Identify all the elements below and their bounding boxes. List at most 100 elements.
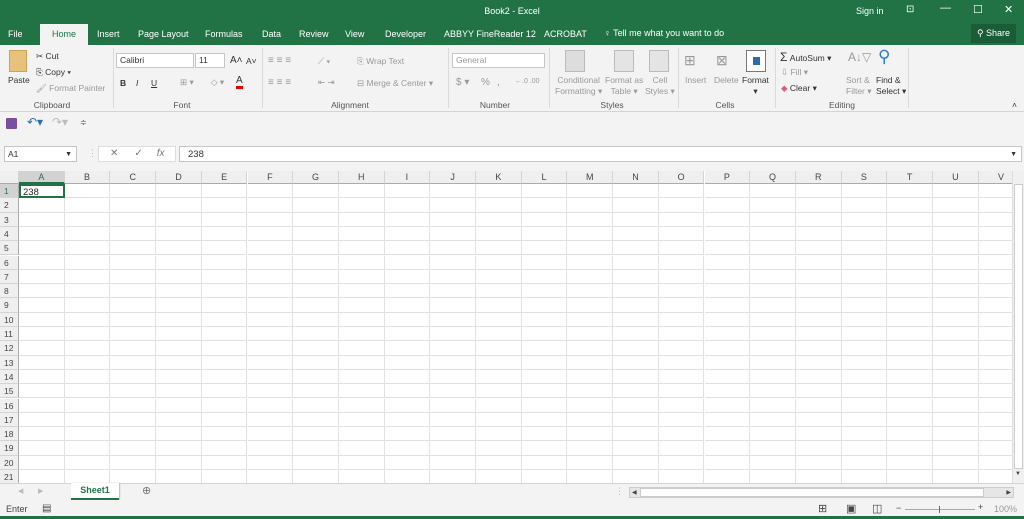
redo-icon[interactable]: ↷▾ [52,115,68,129]
cell-J17[interactable] [430,412,476,428]
cell-U9[interactable] [933,298,979,313]
cell-K3[interactable] [476,212,522,227]
increase-font-icon[interactable]: A˄ [230,55,243,66]
cell-I6[interactable] [384,255,431,270]
cell-U21[interactable] [933,470,979,483]
cell-C5[interactable] [110,241,157,256]
cell-K6[interactable] [476,255,522,270]
cell-R17[interactable] [795,412,842,428]
cell-M14[interactable] [567,369,614,385]
cell-B13[interactable] [64,355,111,370]
cell-P11[interactable] [704,327,751,342]
cell-G15[interactable] [293,384,339,399]
row-header-4[interactable]: 4 [0,226,19,242]
cell-F12[interactable] [247,341,294,356]
sheet-nav-next[interactable]: ▶ [38,487,43,495]
column-header-U[interactable]: U [933,171,979,184]
cell-S13[interactable] [841,355,888,370]
cell-J14[interactable] [430,369,476,385]
cell-C8[interactable] [110,284,157,299]
sort-filter-button[interactable]: Sort & Filter ▾ [846,75,872,97]
zoom-slider-thumb[interactable] [939,506,940,513]
column-header-R[interactable]: R [795,171,842,184]
cell-I21[interactable] [385,470,431,483]
cell-E14[interactable] [201,369,248,385]
cell-D17[interactable] [156,412,202,428]
cell-C18[interactable] [110,427,157,442]
cell-Q3[interactable] [750,212,796,227]
cell-E6[interactable] [201,255,248,270]
cell-D16[interactable] [156,398,202,413]
cell-F11[interactable] [247,327,294,342]
cell-S8[interactable] [841,284,888,299]
cell-F20[interactable] [247,455,294,470]
cell-T19[interactable] [887,441,933,456]
cell-V13[interactable] [978,356,1012,370]
row-header-19[interactable]: 19 [0,441,19,456]
cell-K4[interactable] [476,226,522,242]
vertical-scroll-thumb[interactable] [1014,184,1023,469]
cell-B19[interactable] [64,441,111,456]
row-header-21[interactable]: 21 [0,470,19,483]
column-header-C[interactable]: C [110,171,157,184]
conditional-formatting-button[interactable]: Conditional Formatting ▾ [555,75,602,97]
cell-M10[interactable] [567,312,614,327]
cell-H15[interactable] [338,384,385,399]
column-header-B[interactable]: B [64,171,111,184]
cell-C7[interactable] [110,269,157,285]
cell-P12[interactable] [704,341,751,356]
cell-E12[interactable] [201,341,248,356]
cell-V12[interactable] [978,341,1012,356]
cell-Q13[interactable] [750,355,796,370]
cell-F3[interactable] [247,212,294,227]
cell-L21[interactable] [522,470,568,483]
cell-T7[interactable] [887,269,933,285]
cell-N14[interactable] [613,369,659,385]
cell-C14[interactable] [110,369,157,385]
decrease-font-icon[interactable]: A˅ [246,56,257,66]
row-header-17[interactable]: 17 [0,412,19,428]
row-header-13[interactable]: 13 [0,355,19,370]
cell-U14[interactable] [933,369,979,385]
paste-button[interactable]: Paste [8,75,30,85]
cell-U12[interactable] [933,341,979,356]
cell-A2[interactable] [19,198,65,213]
cell-A19[interactable] [19,441,65,456]
column-header-V[interactable]: V [978,171,1012,184]
cell-V4[interactable] [978,227,1012,242]
cell-H2[interactable] [338,198,385,213]
cell-I17[interactable] [384,412,431,428]
cell-A11[interactable] [19,327,65,342]
cell-B11[interactable] [64,327,111,342]
cell-E18[interactable] [201,427,248,442]
cell-L15[interactable] [521,384,568,399]
cell-S11[interactable] [841,327,888,342]
cell-A12[interactable] [19,341,65,356]
cell-S10[interactable] [841,312,888,327]
cell-F6[interactable] [247,255,294,270]
cell-styles-button[interactable]: Cell Styles ▾ [645,75,675,97]
cell-R11[interactable] [795,327,842,342]
cell-V19[interactable] [978,441,1012,456]
row-header-2[interactable]: 2 [0,198,19,213]
decimal-buttons[interactable]: ←.0 .00 [515,78,540,85]
cell-N18[interactable] [613,427,659,442]
cell-H1[interactable] [338,184,385,199]
cell-P20[interactable] [704,455,751,470]
cell-O3[interactable] [658,212,705,227]
zoom-level[interactable]: 100% [994,504,1017,514]
sheet-tab-sheet1[interactable]: Sheet1 [71,483,119,500]
cell-L17[interactable] [521,412,568,428]
cell-V2[interactable] [978,198,1012,213]
cell-C1[interactable] [110,184,157,199]
cell-K7[interactable] [476,269,522,285]
cell-J10[interactable] [430,312,476,327]
cell-B3[interactable] [64,212,111,227]
cell-O9[interactable] [658,298,705,313]
cell-S19[interactable] [841,441,888,456]
cell-F8[interactable] [247,284,294,299]
cell-T15[interactable] [887,384,933,399]
cell-F21[interactable] [248,470,294,483]
cell-I5[interactable] [384,241,431,256]
cell-C15[interactable] [110,384,157,399]
